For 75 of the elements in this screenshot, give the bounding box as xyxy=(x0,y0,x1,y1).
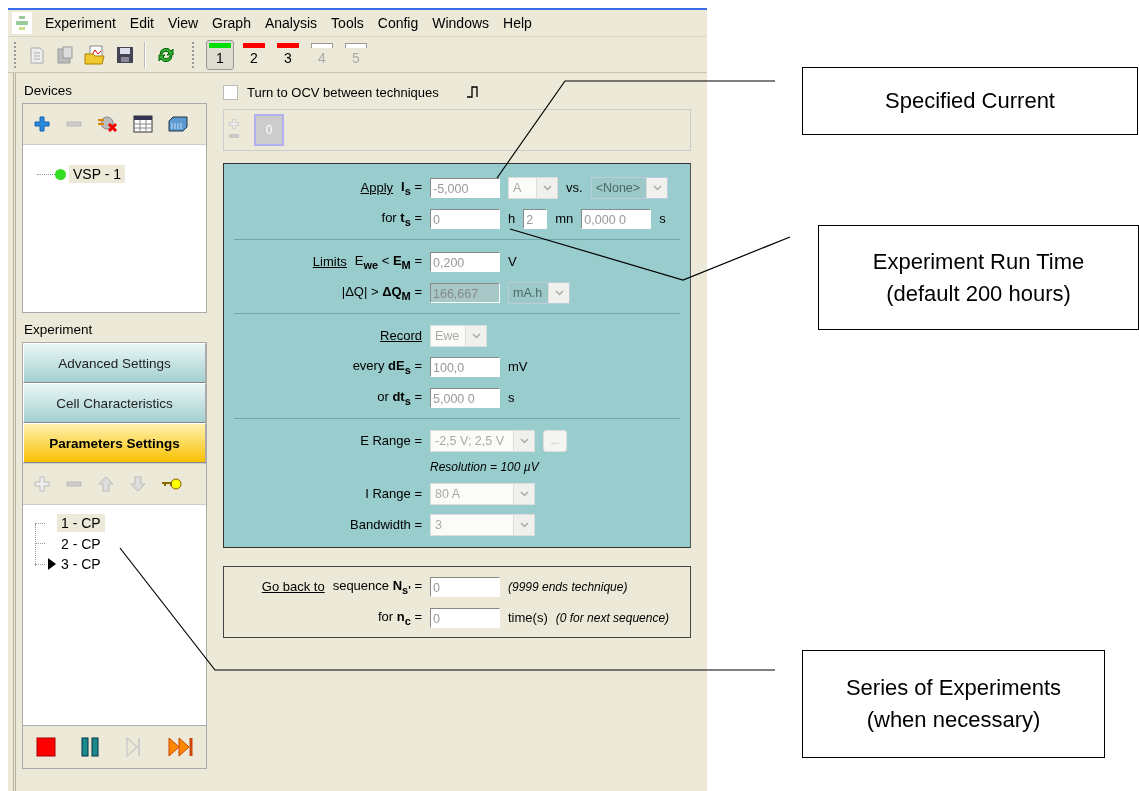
unit-label: mV xyxy=(508,359,528,374)
menu-item[interactable]: Edit xyxy=(122,12,161,34)
field-label: or dt$_{s}$ = xyxy=(377,388,422,407)
menu-item[interactable]: Help xyxy=(496,12,539,34)
field-label: sequence N$_{s'}$ = xyxy=(332,577,422,596)
unit-label: V xyxy=(508,254,517,269)
plus-icon[interactable] xyxy=(33,115,51,133)
checkbox[interactable] xyxy=(223,84,238,100)
caret-icon xyxy=(554,289,564,296)
document-icon[interactable] xyxy=(28,44,46,65)
menu-item[interactable]: Config xyxy=(370,12,426,34)
checkbox-label: Turn to OCV between techniques xyxy=(247,84,439,100)
hint-text: (0 for next sequence) xyxy=(555,610,670,625)
key-icon[interactable] xyxy=(161,476,183,492)
fast-forward-icon[interactable] xyxy=(168,737,194,757)
hint-text: Resolution = 100 µV xyxy=(430,460,539,474)
caret-icon xyxy=(519,521,529,528)
hint-text: (9999 ends technique) xyxy=(508,579,628,594)
caret-icon xyxy=(519,490,529,497)
unit-label: time(s) xyxy=(508,610,548,625)
panel-title: Experiment xyxy=(24,322,94,337)
channel-tab[interactable]: 1 xyxy=(206,39,234,70)
section-tab[interactable]: Cell Characteristics xyxy=(23,383,206,423)
menu-item[interactable]: Tools xyxy=(324,12,371,34)
device-icon[interactable] xyxy=(167,115,189,133)
link[interactable]: Record xyxy=(380,328,422,343)
save-icon[interactable] xyxy=(116,45,134,64)
link[interactable]: Limits xyxy=(312,254,347,269)
down-arrow-icon[interactable] xyxy=(129,475,147,493)
channel-tab[interactable]: 3 xyxy=(274,39,302,70)
callout-box: Series of Experiments (when necessary) xyxy=(802,650,1105,758)
field-label: every dE$_{s}$ = xyxy=(352,357,422,376)
section-tab[interactable]: Advanced Settings xyxy=(23,343,206,383)
field-label: Bandwidth = xyxy=(350,517,422,532)
callout-box: Experiment Run Time (default 200 hours) xyxy=(818,225,1139,330)
unit-label: s xyxy=(659,211,666,226)
callout-box: Specified Current xyxy=(802,67,1138,135)
app-logo-icon[interactable] xyxy=(15,15,29,31)
table-icon[interactable] xyxy=(133,115,153,133)
up-arrow-icon[interactable] xyxy=(97,475,115,493)
menu-item[interactable]: Windows xyxy=(425,12,497,34)
field-label: I Range = xyxy=(365,486,422,501)
section-tab[interactable]: Parameters Settings xyxy=(23,423,206,463)
technique-item[interactable]: 1 - CP xyxy=(57,514,105,533)
link[interactable]: Go back to xyxy=(261,579,325,594)
menu-item[interactable]: Graph xyxy=(205,12,258,34)
field-label: I$_{s}$ = xyxy=(401,178,422,197)
channel-tab[interactable]: 2 xyxy=(240,39,268,70)
folder-chart-icon[interactable] xyxy=(84,44,106,65)
menu-item[interactable]: Experiment xyxy=(38,12,123,34)
pause-icon[interactable] xyxy=(80,737,100,757)
field-label: for n$_{c}$ = xyxy=(377,608,422,627)
field-label: E Range = xyxy=(360,433,422,448)
field-label: E$_{we}$ < E$_{M}$ = xyxy=(354,252,422,271)
clipboard-icon[interactable] xyxy=(56,44,74,65)
menu-item[interactable]: View xyxy=(160,12,206,34)
unit-label: vs. xyxy=(566,180,583,195)
caret-icon xyxy=(542,184,552,191)
field-label: for t$_{s}$ = xyxy=(381,209,422,228)
caret-icon xyxy=(519,437,529,444)
unit-label: h xyxy=(508,211,516,226)
caret-icon xyxy=(471,332,481,339)
unit-label: mn xyxy=(555,211,574,226)
field-label: |ΔQ| > ΔQ$_{M}$ = xyxy=(341,283,422,302)
stop-icon[interactable] xyxy=(36,737,56,757)
technique-item[interactable]: 2 - CP xyxy=(57,534,105,553)
link[interactable]: Apply xyxy=(360,180,394,195)
caret-icon xyxy=(652,184,662,191)
technique-item[interactable]: 3 - CP xyxy=(57,555,105,574)
menu-item[interactable]: Analysis xyxy=(257,12,325,34)
step-wave-icon xyxy=(465,85,480,99)
panel-title: Devices xyxy=(24,83,73,98)
device-item[interactable]: VSP - 1 xyxy=(69,165,125,183)
unit-label: s xyxy=(508,390,515,405)
disconnect-icon[interactable] xyxy=(97,115,119,133)
